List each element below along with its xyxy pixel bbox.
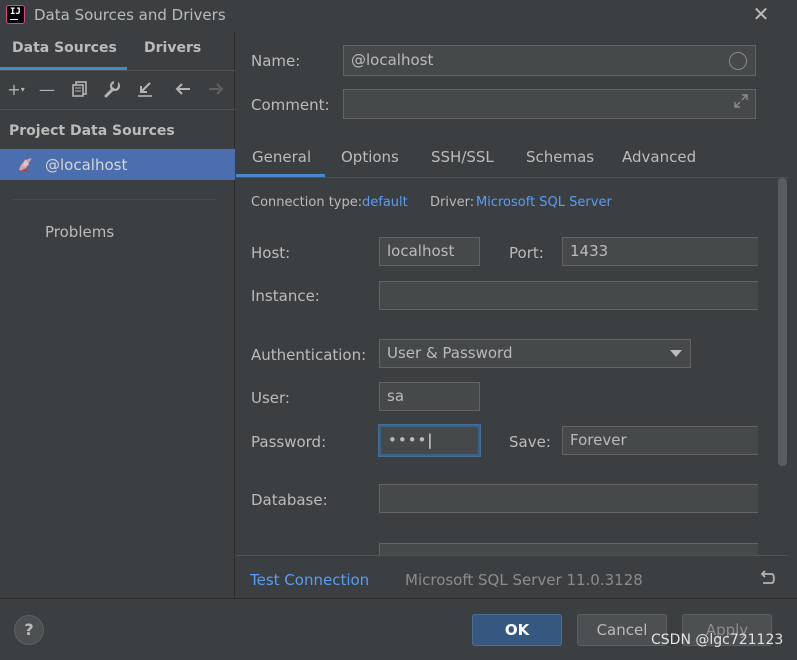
user-field[interactable]: sa xyxy=(379,382,480,411)
authentication-value: User & Password xyxy=(387,344,513,362)
watermark: CSDN @lgc721123 xyxy=(651,632,784,648)
left-panel xyxy=(0,32,235,599)
connection-type-label: Connection type: xyxy=(251,195,363,210)
back-arrow-icon[interactable] xyxy=(173,80,193,100)
tab-schemas[interactable]: Schemas xyxy=(526,148,594,166)
url-field-partial[interactable] xyxy=(379,543,758,555)
comment-label: Comment: xyxy=(251,96,330,114)
instance-label: Instance: xyxy=(251,287,320,305)
host-label: Host: xyxy=(251,244,291,262)
driver-link[interactable]: Microsoft SQL Server xyxy=(476,195,612,210)
authentication-label: Authentication: xyxy=(251,346,367,364)
comment-field[interactable] xyxy=(343,89,756,119)
wrench-icon[interactable] xyxy=(102,80,122,100)
close-icon[interactable]: ✕ xyxy=(750,3,772,25)
save-select[interactable]: Forever xyxy=(562,426,758,455)
chevron-down-icon[interactable] xyxy=(670,350,682,357)
instance-field[interactable] xyxy=(379,281,758,310)
help-button[interactable]: ? xyxy=(14,615,44,645)
import-icon[interactable] xyxy=(135,80,155,100)
window-title: Data Sources and Drivers xyxy=(34,6,226,24)
password-field[interactable]: ••••| xyxy=(379,425,480,456)
port-field[interactable]: 1433 xyxy=(562,237,758,266)
divider xyxy=(236,555,788,556)
divider xyxy=(0,70,235,71)
name-field[interactable]: @localhost xyxy=(343,45,756,76)
server-version: Microsoft SQL Server 11.0.3128 xyxy=(405,571,643,589)
tab-drivers[interactable]: Drivers xyxy=(144,40,201,72)
remove-icon[interactable]: — xyxy=(37,80,57,100)
save-label: Save: xyxy=(509,433,551,451)
user-label: User: xyxy=(251,389,290,407)
color-circle-icon[interactable] xyxy=(729,52,747,70)
duplicate-icon[interactable] xyxy=(70,80,90,100)
intellij-logo-icon: IJ xyxy=(6,5,25,24)
scrollbar[interactable] xyxy=(778,178,787,466)
expand-icon[interactable] xyxy=(731,93,751,113)
add-icon[interactable]: +▾ xyxy=(6,80,26,100)
authentication-select[interactable]: User & Password xyxy=(379,339,691,368)
database-field[interactable] xyxy=(379,484,758,513)
driver-label: Driver: xyxy=(430,195,475,210)
divider xyxy=(0,109,235,110)
tab-ssh-ssl[interactable]: SSH/SSL xyxy=(431,148,494,166)
forward-arrow-icon[interactable] xyxy=(206,80,226,100)
port-label: Port: xyxy=(509,244,544,262)
database-label: Database: xyxy=(251,491,328,509)
tab-advanced[interactable]: Advanced xyxy=(622,148,696,166)
host-field[interactable]: localhost xyxy=(379,237,480,266)
problems-item[interactable]: Problems xyxy=(45,223,114,241)
connection-type-link[interactable]: default xyxy=(362,195,408,210)
password-value: •••• xyxy=(388,431,428,449)
name-label: Name: xyxy=(251,52,301,70)
section-label: Project Data Sources xyxy=(9,123,175,139)
tab-options[interactable]: Options xyxy=(341,148,399,166)
divider xyxy=(12,199,215,200)
sql-server-icon xyxy=(16,156,36,174)
reset-icon[interactable] xyxy=(757,568,777,588)
test-connection-link[interactable]: Test Connection xyxy=(250,571,369,589)
datasource-label[interactable]: @localhost xyxy=(45,156,127,174)
divider xyxy=(0,598,797,599)
tab-general[interactable]: General xyxy=(252,148,311,166)
divider xyxy=(236,177,788,178)
password-label: Password: xyxy=(251,433,327,451)
ok-button[interactable]: OK xyxy=(472,614,562,646)
